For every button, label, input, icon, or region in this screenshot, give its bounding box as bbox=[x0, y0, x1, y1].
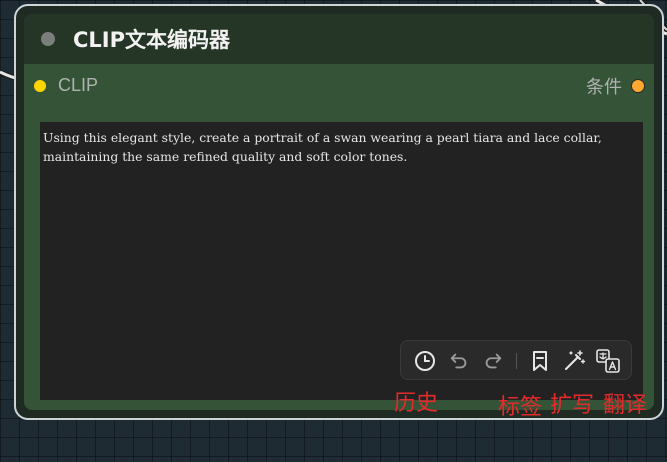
toolbar-divider bbox=[516, 353, 517, 369]
history-button[interactable] bbox=[411, 347, 439, 375]
annotation-tags: 标签 bbox=[498, 395, 543, 420]
conditioning-output-slot[interactable] bbox=[632, 80, 644, 92]
clip-input-slot[interactable] bbox=[34, 80, 46, 92]
prompt-toolbar bbox=[400, 340, 632, 380]
node-title-bar[interactable]: CLIP文本编码器 bbox=[24, 14, 654, 64]
undo-button[interactable] bbox=[445, 347, 473, 375]
annotation-translate: 翻译 bbox=[603, 393, 648, 418]
undo-icon bbox=[450, 353, 467, 369]
annotation-history: 历史 bbox=[394, 391, 439, 416]
redo-icon bbox=[485, 353, 502, 369]
node-title: CLIP文本编码器 bbox=[73, 28, 230, 52]
history-icon bbox=[415, 351, 435, 371]
bookmark-icon bbox=[533, 351, 547, 371]
translate-icon bbox=[596, 349, 620, 373]
expand-button[interactable] bbox=[560, 347, 588, 375]
clip-input-label: CLIP bbox=[58, 75, 99, 95]
collapse-toggle[interactable] bbox=[41, 32, 55, 46]
annotation-expand: 扩写 bbox=[550, 393, 595, 418]
redo-button[interactable] bbox=[479, 347, 507, 375]
tags-button[interactable] bbox=[526, 347, 554, 375]
magic-wand-icon bbox=[565, 350, 586, 370]
node-io-row: CLIP 条件 bbox=[24, 72, 654, 100]
translate-button[interactable] bbox=[594, 347, 622, 375]
conditioning-output-label: 条件 bbox=[586, 77, 622, 98]
